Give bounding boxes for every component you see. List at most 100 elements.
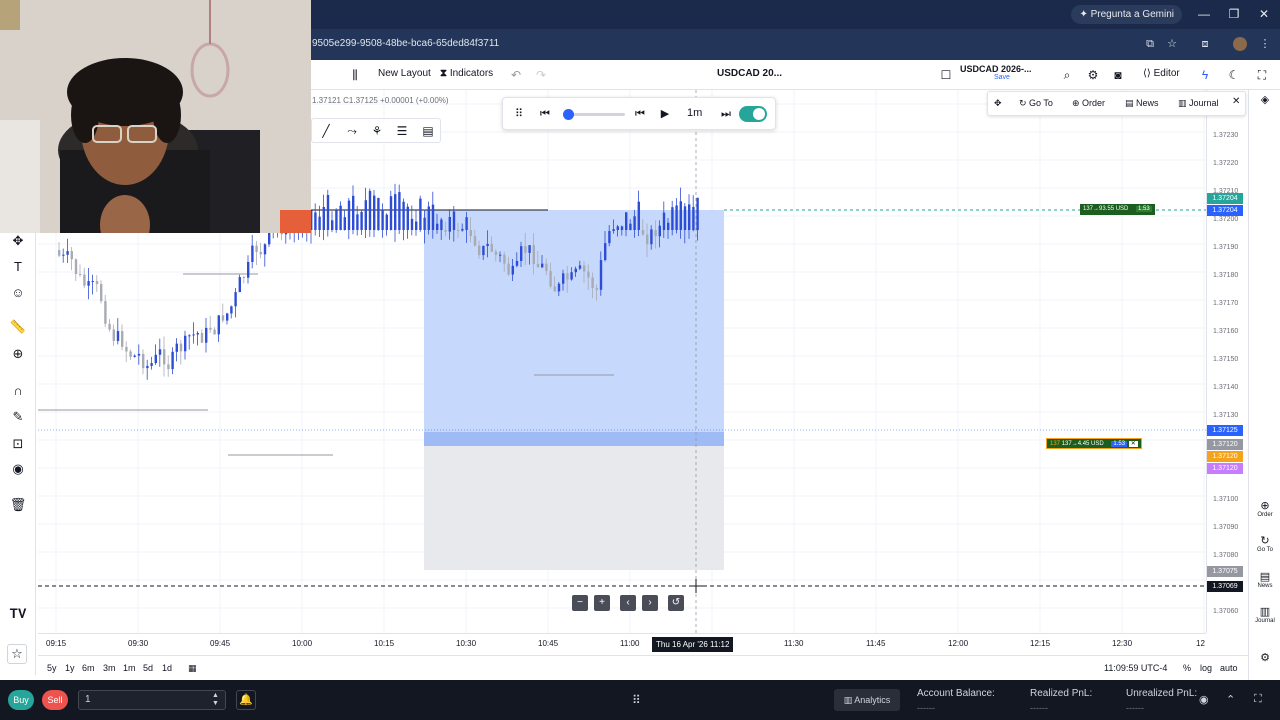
drawing-toolbar: ╱ ⤳ ⚘ ☰ ▤ <box>311 118 441 143</box>
undo-icon[interactable]: ↶ <box>507 66 525 84</box>
editor-button[interactable]: ⟨⟩ Editor <box>1143 68 1180 79</box>
move-icon[interactable]: ✥ <box>994 98 1002 109</box>
jump-start-icon[interactable]: ⏮ <box>538 107 552 121</box>
smile-icon[interactable]: ☺ <box>9 284 27 302</box>
candle-body <box>591 277 594 288</box>
range-1m[interactable]: 1m <box>123 663 136 673</box>
play-icon[interactable]: ▶ <box>658 107 672 121</box>
bar-style-icon[interactable]: ⫼ <box>346 66 364 84</box>
grid-menu-icon[interactable]: ⠿ <box>632 693 641 707</box>
quantity-input[interactable]: 1 <box>78 690 226 710</box>
journal-side-button[interactable]: ▥ Journal <box>1249 606 1280 624</box>
path-tool-icon[interactable]: ⤳ <box>344 123 360 139</box>
price-tag: 1.37120 <box>1207 451 1243 462</box>
layers-icon[interactable]: ◈ <box>1249 94 1280 106</box>
lightning-icon[interactable]: ϟ <box>1196 66 1214 84</box>
target-position-label[interactable]: 137→93.55 USD 1.53 <box>1080 204 1155 215</box>
auto-toggle[interactable]: auto <box>1220 663 1238 673</box>
time-label: 09:15 <box>46 639 67 648</box>
zoom-in-icon[interactable]: + <box>594 595 610 611</box>
range-1y[interactable]: 1y <box>65 663 75 673</box>
minimize-icon[interactable]: — <box>1196 6 1212 22</box>
cast-icon[interactable]: ⧉ <box>1143 37 1157 51</box>
search-icon[interactable]: ⌕ <box>1058 66 1076 84</box>
extensions-icon[interactable]: ⧈ <box>1198 37 1212 51</box>
step-forward-icon[interactable]: ⏭ <box>719 107 733 121</box>
trash-icon[interactable]: 🗑 <box>9 496 27 514</box>
analytics-button[interactable]: ▥ Analytics <box>834 689 900 711</box>
order-button[interactable]: ⊕ Order <box>1072 98 1105 109</box>
camera-icon[interactable]: ◙ <box>1109 66 1127 84</box>
goto-side-button[interactable]: ↻ Go To <box>1249 535 1280 553</box>
redo-icon[interactable]: ↷ <box>532 66 550 84</box>
range-5y[interactable]: 5y <box>47 663 57 673</box>
browser-menu-icon[interactable]: ⋮ <box>1258 37 1272 51</box>
square-icon[interactable]: ☐ <box>937 66 955 84</box>
replay-progress-track[interactable] <box>565 113 625 116</box>
sell-button[interactable]: Sell <box>42 690 68 710</box>
indicators-button[interactable]: ⧗ Indicators <box>440 68 493 79</box>
fib-tool-icon[interactable]: ☰ <box>394 123 410 139</box>
eye-icon[interactable]: ◉ <box>9 460 27 478</box>
buy-button[interactable]: Buy <box>8 690 34 710</box>
pattern-tool-icon[interactable]: ⚘ <box>369 123 385 139</box>
range-3m[interactable]: 3m <box>103 663 116 673</box>
moon-icon[interactable]: ☾ <box>1225 66 1243 84</box>
ruler-icon[interactable]: 📏 <box>9 318 27 336</box>
zoom-out-icon[interactable]: − <box>572 595 588 611</box>
quantity-stepper-icon[interactable]: ▲ ▼ <box>212 692 219 708</box>
channel-tool-icon[interactable]: ▤ <box>420 123 436 139</box>
lock-icon[interactable]: ⊡ <box>9 435 27 453</box>
range-1d[interactable]: 1d <box>162 663 172 673</box>
symbol-selector[interactable]: USDCAD 2026-... Save <box>960 64 1050 86</box>
cross-icon[interactable]: ✥ <box>9 232 27 250</box>
goto-button[interactable]: ↻ Go To <box>1019 98 1053 109</box>
line-tool-icon[interactable]: ╱ <box>318 123 334 139</box>
close-icon[interactable]: ✕ <box>1256 6 1272 22</box>
candle-body <box>536 263 540 268</box>
star-icon[interactable]: ☆ <box>7 644 27 664</box>
news-side-button[interactable]: ▤ News <box>1249 571 1280 589</box>
range-5d[interactable]: 5d <box>143 663 153 673</box>
collapse-icon[interactable]: ⌃ <box>1226 693 1235 706</box>
news-button[interactable]: ▤ News <box>1125 98 1159 109</box>
bookmark-star-icon[interactable]: ☆ <box>1165 37 1179 51</box>
layout-button[interactable]: New Layout <box>378 68 431 79</box>
zoom-icon[interactable]: ⊕ <box>9 345 27 363</box>
step-back-icon[interactable]: ⏮ <box>633 107 647 121</box>
range-6m[interactable]: 6m <box>82 663 95 673</box>
scroll-right-icon[interactable]: › <box>642 595 658 611</box>
visibility-icon[interactable]: ◉ <box>1199 693 1209 706</box>
pencil-icon[interactable]: ✎ <box>9 408 27 426</box>
settings-side-icon[interactable]: ⚙ <box>1249 652 1280 664</box>
log-toggle[interactable]: log <box>1200 663 1212 673</box>
reset-chart-icon[interactable]: ↺ <box>668 595 684 611</box>
analytics-icon: ▥ <box>843 695 855 705</box>
percent-toggle[interactable]: % <box>1183 663 1191 673</box>
restore-icon[interactable]: ❐ <box>1226 6 1242 22</box>
text-icon[interactable]: T <box>9 258 27 276</box>
magnet-icon[interactable]: ∩ <box>9 382 27 400</box>
url-text[interactable]: 9505e299-9508-48be-bca6-65ded84f3711 <box>312 38 499 49</box>
close-panel-icon[interactable]: ✕ <box>1232 96 1240 107</box>
close-position-icon[interactable]: ✕ <box>1128 441 1138 447</box>
order-side-button[interactable]: ⊕ Order <box>1249 500 1280 518</box>
journal-button[interactable]: ▥ Journal <box>1178 98 1219 109</box>
profile-avatar-icon[interactable] <box>1233 37 1247 51</box>
alert-bell-icon[interactable]: 🔔 <box>236 690 256 710</box>
expand-icon[interactable]: ⛶ <box>1254 693 1262 706</box>
current-position-label[interactable]: 137 137→4.45 USD 1.53 ✕ <box>1046 438 1142 449</box>
replay-progress-thumb[interactable] <box>563 109 574 120</box>
clock-label[interactable]: 11:09:59 UTC-4 <box>1104 663 1167 673</box>
replay-toggle[interactable] <box>739 106 767 122</box>
candle-body <box>100 284 103 302</box>
fullscreen-icon[interactable]: ⛶ <box>1253 66 1271 84</box>
price-axis[interactable]: 1.37230 1.37220 1.37210 1.37200 1.37190 … <box>1206 90 1248 633</box>
settings-icon[interactable]: ⚙ <box>1084 66 1102 84</box>
replay-interval[interactable]: 1m <box>687 107 702 119</box>
drag-handle-icon[interactable]: ⠿ <box>512 107 526 121</box>
goto-date-icon[interactable]: ▦ <box>188 663 197 674</box>
time-axis[interactable]: 09:15 09:30 09:45 10:00 10:15 10:30 10:4… <box>38 633 1206 655</box>
scroll-left-icon[interactable]: ‹ <box>620 595 636 611</box>
gemini-button[interactable]: ✦ Pregunta a Gemini <box>1071 5 1182 24</box>
